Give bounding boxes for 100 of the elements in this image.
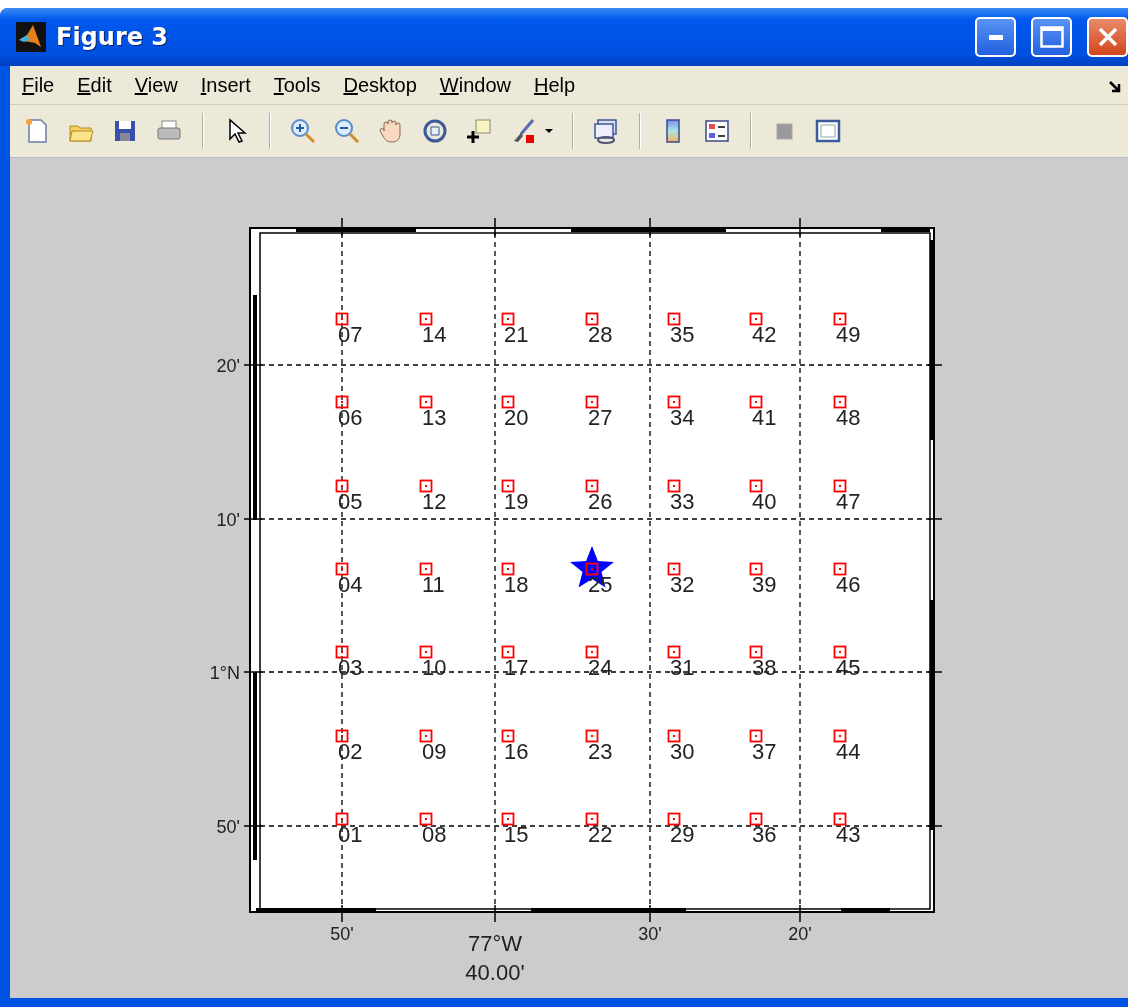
map-marker <box>501 562 515 576</box>
map-marker <box>667 395 681 409</box>
window-frame-icon <box>814 117 842 145</box>
point-label: 49 <box>836 322 861 347</box>
axis-tick-label: 77°W <box>468 931 522 956</box>
point-label: 32 <box>670 572 695 597</box>
menu-item[interactable]: Edit <box>77 71 112 99</box>
point-label: 27 <box>588 405 613 430</box>
maximize-button[interactable] <box>1031 17 1072 57</box>
point-label: 20 <box>504 405 529 430</box>
menu-item[interactable]: Window <box>439 71 511 99</box>
map-marker <box>335 812 349 826</box>
map-marker <box>419 812 433 826</box>
window-title: Figure 3 <box>56 23 170 51</box>
map-marker <box>667 312 681 326</box>
point-label: 18 <box>504 572 529 597</box>
dock-arrow-icon[interactable] <box>1108 80 1122 94</box>
map-marker <box>585 729 599 743</box>
point-label: 23 <box>588 739 613 764</box>
map-marker <box>749 479 763 493</box>
point-label: 46 <box>836 572 861 597</box>
point-label: 44 <box>836 739 861 764</box>
point-label: 22 <box>588 822 613 847</box>
point-label: 36 <box>752 822 777 847</box>
point-label: 06 <box>338 405 363 430</box>
axis-tick-label: 50' <box>216 817 240 837</box>
point-label: 33 <box>670 489 695 514</box>
map-marker <box>335 729 349 743</box>
point-label: 29 <box>670 822 695 847</box>
map-marker <box>419 562 433 576</box>
dropdown-caret-icon <box>545 129 553 133</box>
point-label: 12 <box>422 489 447 514</box>
map-marker <box>335 645 349 659</box>
point-label: 47 <box>836 489 861 514</box>
map-marker <box>833 645 847 659</box>
point-label: 37 <box>752 739 777 764</box>
point-label: 48 <box>836 405 861 430</box>
map-marker <box>501 479 515 493</box>
close-button[interactable] <box>1087 17 1128 57</box>
map-marker <box>667 812 681 826</box>
map-marker <box>833 729 847 743</box>
menu-item[interactable]: File <box>22 71 55 99</box>
point-label: 09 <box>422 739 447 764</box>
axis-tick-label: 40.00' <box>465 960 525 985</box>
point-label: 42 <box>752 322 777 347</box>
point-label: 15 <box>504 822 529 847</box>
point-label: 38 <box>752 655 777 680</box>
menu-item[interactable]: View <box>134 71 178 99</box>
zoom-out-icon <box>333 117 361 145</box>
menu-item[interactable]: Desktop <box>343 71 417 99</box>
map-marker <box>749 312 763 326</box>
map-marker <box>749 812 763 826</box>
menu-item[interactable]: Tools <box>273 71 321 99</box>
map-marker <box>335 312 349 326</box>
map-marker <box>419 479 433 493</box>
map-marker <box>419 729 433 743</box>
map-marker <box>833 562 847 576</box>
map-marker <box>585 562 599 576</box>
point-label: 01 <box>338 822 363 847</box>
map-marker <box>335 562 349 576</box>
map-marker <box>419 395 433 409</box>
point-label: 11 <box>422 572 445 597</box>
point-label: 24 <box>588 655 613 680</box>
map-marker <box>585 479 599 493</box>
axis-tick-label: 10' <box>216 510 240 530</box>
point-label: 39 <box>752 572 777 597</box>
point-label: 02 <box>338 739 363 764</box>
point-label: 03 <box>338 655 363 680</box>
point-label: 40 <box>752 489 777 514</box>
axis-tick-label: 20' <box>788 924 812 944</box>
point-label: 16 <box>504 739 529 764</box>
axis-tick-label: 30' <box>638 924 662 944</box>
map-marker <box>749 729 763 743</box>
close-icon <box>1096 26 1119 48</box>
map-marker <box>501 312 515 326</box>
point-label: 19 <box>504 489 529 514</box>
point-label: 35 <box>670 322 695 347</box>
data-cursor-icon <box>465 117 493 145</box>
point-label: 07 <box>338 322 363 347</box>
map-marker <box>833 312 847 326</box>
minimize-button[interactable] <box>975 17 1016 57</box>
map-marker <box>585 812 599 826</box>
map-marker <box>585 312 599 326</box>
menu-item[interactable]: Help <box>534 71 576 99</box>
menu-item[interactable]: Insert <box>200 71 251 99</box>
map-marker <box>833 812 847 826</box>
map-marker <box>335 479 349 493</box>
map-marker <box>833 479 847 493</box>
axis-tick-label: 50' <box>330 924 354 944</box>
map-marker <box>419 312 433 326</box>
map-marker <box>419 645 433 659</box>
point-label: 30 <box>670 739 695 764</box>
map-marker <box>833 395 847 409</box>
map-marker <box>585 645 599 659</box>
point-label: 13 <box>422 405 447 430</box>
point-label: 26 <box>588 489 613 514</box>
map-marker <box>585 395 599 409</box>
map-marker <box>749 395 763 409</box>
axis-tick-label: 1°N <box>209 663 240 683</box>
map-marker <box>667 729 681 743</box>
